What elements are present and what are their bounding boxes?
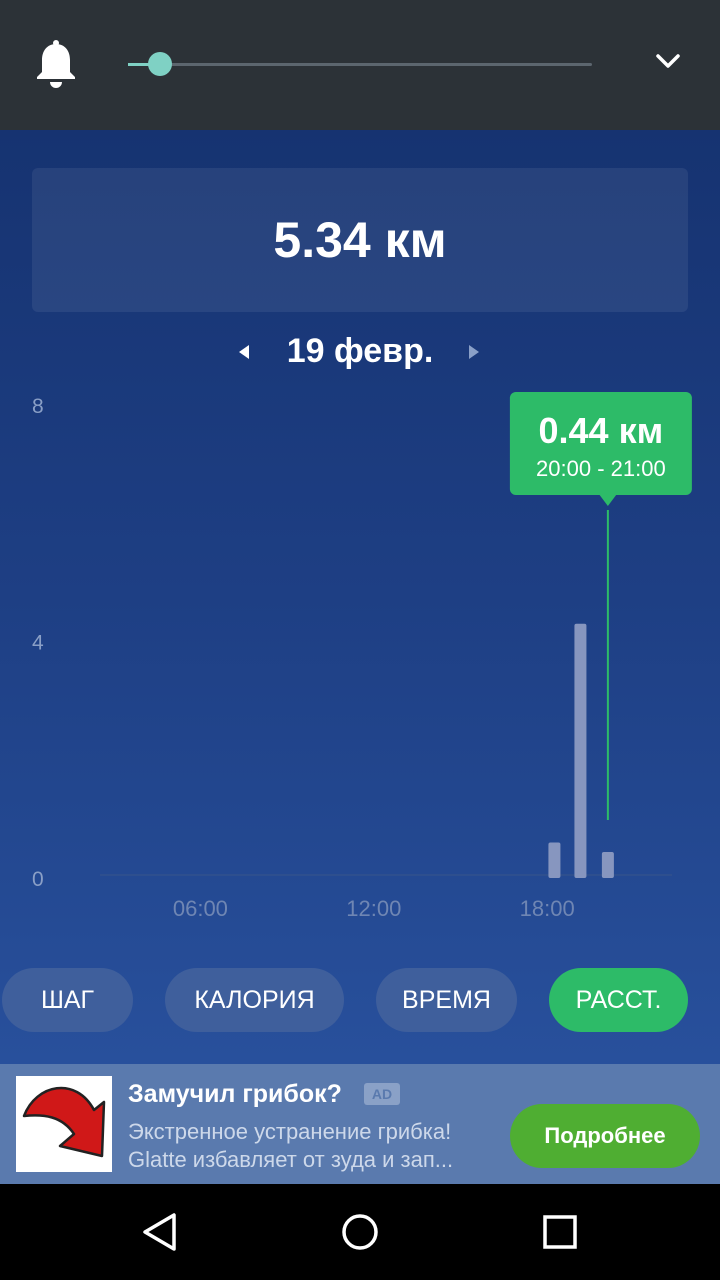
volume-slider[interactable]: [128, 52, 592, 76]
x-tick-label: 06:00: [173, 896, 228, 921]
top-toolbar: [0, 0, 720, 130]
bell-icon[interactable]: [34, 40, 78, 88]
recents-square-icon[interactable]: [538, 1210, 582, 1254]
y-tick-label: 4: [32, 632, 44, 655]
total-distance: 5.34 км: [273, 212, 447, 268]
main-panel: 5.34 км 19 февр. 8 4 0 06:00 12:00 18:00 0.4…: [0, 130, 720, 1064]
chart-bar[interactable]: [601, 851, 614, 878]
y-tick-label: 8: [32, 395, 44, 418]
next-day-button[interactable]: [460, 336, 488, 368]
previous-day-button[interactable]: [230, 336, 258, 368]
chart-bar[interactable]: [548, 842, 561, 878]
date-label: 19 февр.: [286, 332, 434, 370]
tab-time[interactable]: ВРЕМЯ: [376, 968, 517, 1032]
y-tick-label: 0: [32, 868, 44, 891]
back-triangle-icon[interactable]: [138, 1210, 182, 1254]
chart-bar[interactable]: [574, 623, 587, 878]
ad-image[interactable]: [16, 1076, 112, 1172]
chevron-down-icon[interactable]: [650, 46, 686, 78]
metric-tabs: ШАГ КАЛОРИЯ ВРЕМЯ РАССТ.: [0, 968, 720, 1032]
ad-badge: AD: [364, 1083, 400, 1105]
slider-thumb[interactable]: [148, 52, 173, 76]
x-tick-label: 12:00: [346, 896, 401, 921]
ad-description-line1: Экстренное устранение грибка!: [128, 1119, 452, 1144]
tab-distance[interactable]: РАССТ.: [549, 968, 688, 1032]
red-arrow-icon: [22, 1086, 106, 1158]
ad-cta-button[interactable]: Подробнее: [510, 1104, 700, 1168]
tooltip-range: 20:00 - 21:00: [536, 456, 666, 481]
tab-steps[interactable]: ШАГ: [2, 968, 133, 1032]
home-circle-icon[interactable]: [338, 1210, 382, 1254]
ad-banner[interactable]: Замучил грибок? AD Экстренное устранение…: [0, 1064, 720, 1184]
tooltip-value: 0.44 км: [539, 410, 664, 451]
x-tick-label: 18:00: [520, 896, 575, 921]
ad-description-line2: Glatte избавляет от зуда и зап...: [128, 1147, 454, 1172]
hourly-distance-chart: 8 4 0 06:00 12:00 18:00 0.44 км 20:00 - 21:00: [32, 392, 692, 921]
date-navigator: 19 февр.: [0, 326, 720, 382]
tooltip-pointer: [598, 494, 617, 506]
system-nav-bar: [0, 1184, 720, 1280]
triangle-right-icon: [469, 345, 479, 359]
tab-calories[interactable]: КАЛОРИЯ: [165, 968, 344, 1032]
triangle-left-icon: [239, 345, 249, 359]
total-distance-card: 5.34 км: [32, 168, 688, 312]
ad-title[interactable]: Замучил грибок?: [128, 1080, 342, 1109]
